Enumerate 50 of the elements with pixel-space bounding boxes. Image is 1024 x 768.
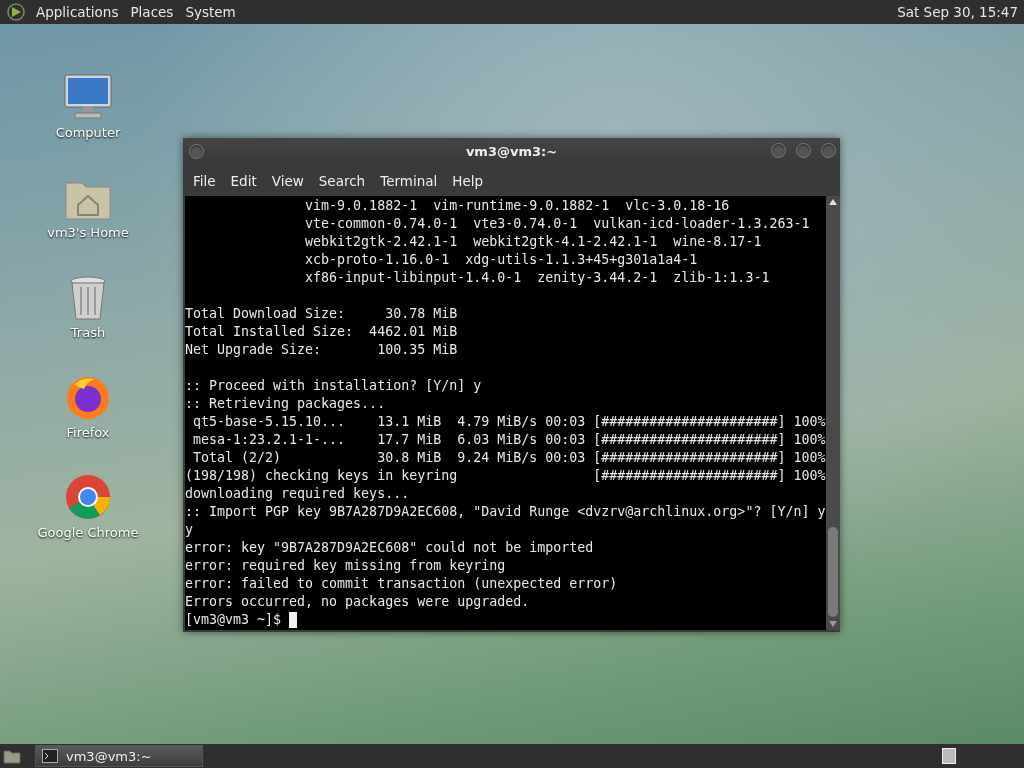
terminal-line: xf86-input-libinput-1.4.0-1 zenity-3.44.2-1 zlib-1:1.3-1: [304, 269, 771, 287]
terminal-line: Errors occurred, no packages were upgraded.: [185, 593, 531, 611]
terminal-line: Total Installed Size: 4462.01 MiB: [185, 323, 459, 341]
terminal-line: downloading required keys...: [185, 485, 411, 503]
terminal-line: error: key "9B7A287D9A2EC608" could not be imported: [185, 539, 595, 557]
panel-menu[interactable]: System: [185, 4, 236, 20]
scroll-up-arrow-icon[interactable]: [829, 199, 837, 205]
minimize-button[interactable]: [771, 143, 786, 158]
menu-item[interactable]: Search: [312, 172, 372, 189]
terminal-icon: [42, 749, 58, 763]
monitor-icon[interactable]: [63, 73, 113, 121]
menu-item[interactable]: Terminal: [374, 172, 444, 189]
terminal-line: mesa-1:23.2.1-1-... 17.7 MiB 6.03 MiB/s 00:03 [######################] 100%: [192, 431, 826, 449]
workspace-switcher[interactable]: [942, 748, 956, 764]
window-title: vm3@vm3:~: [465, 144, 558, 159]
terminal-line: :: Proceed with installation? [Y/n] y: [185, 377, 483, 395]
menu-item[interactable]: File: [187, 172, 222, 189]
maximize-button[interactable]: [796, 143, 811, 158]
terminal-line: vim-9.0.1882-1 vim-runtime-9.0.1882-1 vlc-3.0.18-16: [304, 197, 731, 215]
terminal-line: qt5-base-5.15.10... 13.1 MiB 4.79 MiB/s 00:03 [######################] 100%: [192, 413, 826, 431]
terminal-line: xcb-proto-1.16.0-1 xdg-utils-1.1.3+45+g301a1a4-1: [304, 251, 699, 269]
window-menu-button[interactable]: [189, 144, 204, 159]
close-button[interactable]: [821, 143, 836, 158]
panel-menu[interactable]: Places: [130, 4, 174, 20]
menu-item[interactable]: Edit: [224, 172, 263, 189]
terminal-line: :: Import PGP key 9B7A287D9A2EC608, "David Runge <dvzrv@archlinux.org>"? [Y/n] y: [185, 503, 826, 521]
menu-item[interactable]: View: [265, 172, 310, 189]
trash-icon[interactable]: [68, 275, 108, 321]
terminal-line: y: [185, 521, 194, 539]
clock[interactable]: Sat Sep 30, 15:47: [897, 4, 1018, 20]
shell-prompt: [vm3@vm3 ~]$: [185, 611, 283, 629]
text-cursor: [289, 612, 298, 628]
terminal-line: :: Retrieving packages...: [185, 395, 387, 413]
scroll-down-arrow-icon[interactable]: [829, 621, 837, 627]
distro-logo-icon[interactable]: [6, 2, 26, 22]
terminal-line: webkit2gtk-2.42.1-1 webkit2gtk-4.1-2.42.1-1 wine-8.17-1: [304, 233, 763, 251]
terminal-line: vte-common-0.74.0-1 vte3-0.74.0-1 vulkan-icd-loader-1.3.263-1: [304, 215, 811, 233]
menu-item[interactable]: Help: [446, 172, 490, 189]
taskbar-button[interactable]: vm3@vm3:~: [35, 745, 203, 767]
terminal-line: Net Upgrade Size: 100.35 MiB: [185, 341, 459, 359]
terminal-line: Total (2/2) 30.8 MiB 9.24 MiB/s 00:03 [######################] 100%: [192, 449, 826, 467]
terminal-line: (198/198) checking keys in keyring [######################] 100%: [185, 467, 826, 485]
terminal-line: error: required key missing from keyring: [185, 557, 507, 575]
show-desktop-icon[interactable]: [3, 748, 21, 764]
terminal-line: Total Download Size: 30.78 MiB: [185, 305, 459, 323]
scrollbar[interactable]: [826, 196, 840, 630]
terminal-line: error: failed to commit transaction (unexpected error): [185, 575, 619, 593]
scrollbar-thumb[interactable]: [828, 527, 838, 617]
chrome-icon[interactable]: [64, 473, 112, 521]
panel-menu[interactable]: Applications: [36, 4, 119, 20]
